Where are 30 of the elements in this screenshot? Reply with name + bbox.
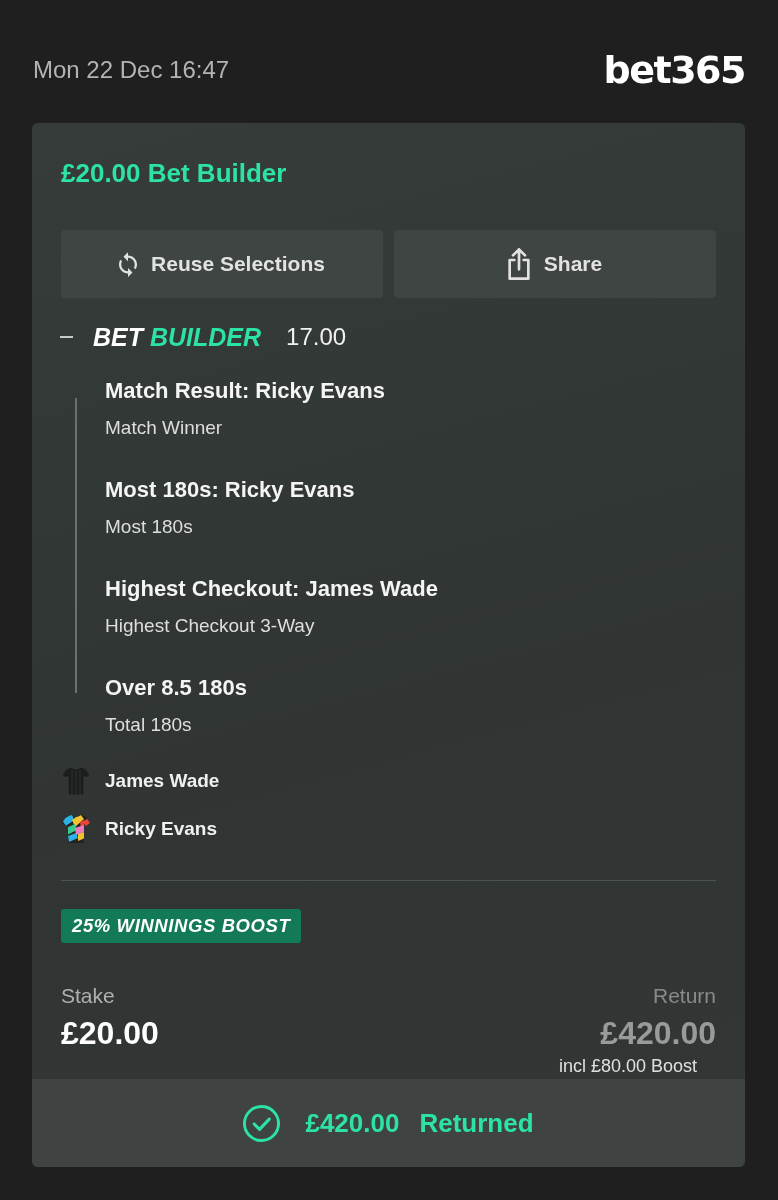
refresh-icon bbox=[119, 251, 138, 277]
share-icon bbox=[507, 248, 530, 280]
player-name: James Wade bbox=[105, 769, 220, 793]
market-name: Total 180s bbox=[105, 713, 193, 737]
collapse-minus-icon[interactable] bbox=[60, 336, 73, 338]
logo: bet365 bbox=[603, 48, 745, 92]
market-name: Highest Checkout 3-Way bbox=[105, 614, 316, 638]
boost-badge: 25% WINNINGS BOOST bbox=[61, 909, 302, 943]
date-time: Mon 22 Dec 16:47 bbox=[33, 55, 230, 85]
bet-builder-label: BET BUILDER bbox=[93, 322, 262, 353]
share-button[interactable]: Share bbox=[394, 230, 716, 298]
shirt-icon bbox=[62, 766, 90, 796]
boost-note: incl £80.00 Boost bbox=[558, 1055, 698, 1077]
market-name: Match Winner bbox=[105, 416, 224, 440]
odds: 17.00 bbox=[286, 322, 347, 352]
stake-label: Stake bbox=[61, 983, 116, 1009]
return-amount: £420.00 bbox=[600, 1014, 716, 1052]
player-name: Ricky Evans bbox=[105, 817, 217, 841]
selection-title: Over 8.5 180s bbox=[105, 674, 248, 702]
stake-amount: £20.00 bbox=[61, 1014, 159, 1052]
returned-status: Returned bbox=[419, 1107, 534, 1139]
selection-title: Match Result: Ricky Evans bbox=[105, 377, 386, 405]
selection-title: Most 180s: Ricky Evans bbox=[105, 476, 356, 504]
bet-title: £20.00 Bet Builder bbox=[61, 157, 288, 189]
returned-amount: £420.00 bbox=[305, 1107, 400, 1139]
selection-title: Highest Checkout: James Wade bbox=[105, 575, 439, 603]
return-label: Return bbox=[652, 983, 716, 1009]
market-name: Most 180s bbox=[105, 515, 194, 539]
patterned-shirt-icon bbox=[62, 814, 90, 844]
reuse-selections-button[interactable]: Reuse Selections bbox=[61, 230, 383, 298]
